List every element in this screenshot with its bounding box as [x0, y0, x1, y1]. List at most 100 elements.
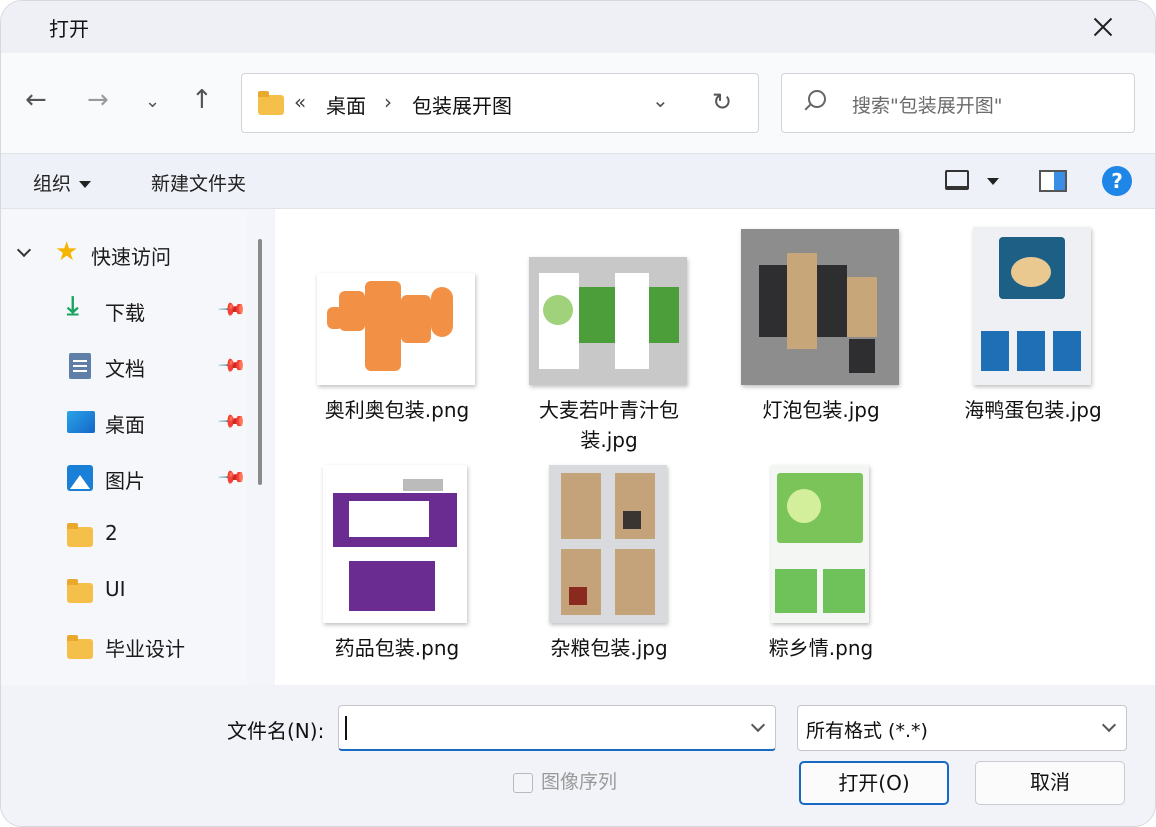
thumbnail-shape: [401, 295, 431, 343]
thumbnail: [741, 229, 899, 385]
new-folder-button[interactable]: 新建文件夹: [151, 169, 246, 196]
thumbnail-shape: [561, 549, 601, 615]
forward-arrow-icon[interactable]: →: [87, 87, 109, 113]
thumbnail: [973, 227, 1091, 385]
refresh-icon[interactable]: ↻: [712, 88, 732, 116]
thumbnail: [323, 465, 467, 623]
navigation-bar: ← → ⌄ ↑ « 桌面 › 包装展开图 ⌄ ↻ 搜索"包装展开图": [1, 53, 1155, 153]
thumbnail-shape: [759, 265, 787, 337]
thumbnail-shape: [623, 511, 641, 529]
thumbnail-shape: [1053, 331, 1081, 371]
desktop-icon: [67, 411, 95, 433]
file-name: 海鸭蛋包装.jpg: [964, 398, 1102, 422]
thumbnail-shape: [569, 587, 587, 605]
breadcrumb-overflow[interactable]: «: [294, 90, 306, 114]
up-arrow-icon[interactable]: ↑: [191, 87, 213, 113]
caret-down-icon: [79, 181, 92, 188]
thumbnail-shape: [615, 473, 655, 539]
folder-icon: [258, 91, 284, 115]
chevron-down-icon[interactable]: ⌄: [652, 88, 669, 112]
file-name: 杂粮包装.jpg: [550, 636, 668, 660]
file-type-value: 所有格式 (*.*): [806, 720, 928, 742]
pin-icon[interactable]: 📌: [217, 294, 248, 325]
back-arrow-icon[interactable]: ←: [25, 87, 47, 113]
sidebar-item-label: 毕业设计: [105, 637, 185, 661]
footer-panel: 文件名(N): 所有格式 (*.*) 图像序列 打开(O) 取消: [1, 685, 1155, 826]
organize-label: 组织: [33, 173, 72, 195]
document-icon: [69, 353, 91, 379]
thumbnail-shape: [365, 281, 401, 371]
thumbnail-shape: [615, 273, 649, 369]
pictures-icon: [67, 465, 93, 491]
sidebar-item-label: 2: [105, 521, 118, 545]
sidebar-item-pictures[interactable]: 图片 📌: [1, 455, 248, 503]
filename-input[interactable]: [338, 705, 776, 751]
thumbnail-shape: [431, 287, 453, 337]
chevron-down-icon[interactable]: [16, 242, 32, 258]
breadcrumb-desktop[interactable]: 桌面: [326, 90, 366, 119]
cancel-button[interactable]: 取消: [975, 761, 1125, 805]
sidebar-scrollbar[interactable]: [258, 239, 262, 485]
file-name-line-2: 装.jpg: [580, 428, 638, 452]
thumbnail-shape: [787, 489, 821, 523]
folder-icon: [67, 579, 93, 603]
file-type-select[interactable]: 所有格式 (*.*): [797, 705, 1127, 751]
preview-pane-icon[interactable]: [1039, 170, 1067, 192]
sidebar-item-label: 图片: [105, 469, 145, 493]
help-icon[interactable]: ?: [1102, 166, 1132, 196]
title-bar: 打开: [1, 1, 1155, 53]
pin-icon[interactable]: 📌: [217, 462, 248, 493]
chevron-down-icon[interactable]: ⌄: [145, 93, 160, 111]
breadcrumb-current-folder[interactable]: 包装展开图: [412, 90, 512, 119]
file-name: 粽乡情.png: [768, 636, 874, 660]
folder-icon: [67, 523, 93, 547]
image-sequence-checkbox[interactable]: [513, 773, 533, 793]
address-bar[interactable]: « 桌面 › 包装展开图 ⌄ ↻: [241, 73, 759, 133]
thumbnail: [549, 465, 667, 623]
thumbnail-shape: [349, 501, 429, 537]
sidebar-item-graduation-project[interactable]: 毕业设计: [1, 623, 247, 671]
view-mode-icon[interactable]: [945, 170, 969, 190]
chevron-down-icon[interactable]: [1101, 717, 1117, 733]
open-file-dialog: 打开 ← → ⌄ ↑ « 桌面 › 包装展开图 ⌄ ↻ 搜索"包装展开图" 组织…: [0, 0, 1156, 827]
thumbnail-shape: [847, 277, 877, 337]
search-input[interactable]: 搜索"包装展开图": [852, 91, 1002, 118]
file-name: 奥利奥包装.png: [324, 398, 470, 422]
sidebar-item-documents[interactable]: 文档 📌: [1, 343, 248, 391]
command-bar: 组织 新建文件夹 ?: [1, 153, 1155, 209]
open-button[interactable]: 打开(O): [799, 761, 949, 805]
file-name: 药品包装.png: [334, 636, 460, 660]
thumbnail-shape: [787, 253, 817, 349]
organize-button[interactable]: 组织: [33, 169, 92, 196]
thumbnail-shape: [823, 569, 865, 613]
thumbnail: [529, 257, 687, 385]
thumbnail-shape: [649, 287, 679, 343]
image-sequence-label: 图像序列: [541, 771, 618, 793]
breadcrumb-separator: ›: [384, 90, 392, 114]
sidebar-item-folder-2[interactable]: 2: [1, 511, 247, 559]
sidebar-item-label: 下载: [105, 301, 145, 325]
sidebar-item-downloads[interactable]: ⤓ 下载 📌: [1, 287, 248, 335]
thumbnail-shape: [1017, 331, 1045, 371]
thumbnail-shape: [775, 569, 817, 613]
thumbnail-shape: [579, 287, 615, 343]
thumbnail: [317, 273, 475, 385]
file-list: 奥利奥包装.png 大麦若叶青汁包 装.jpg 灯泡包装.jpg 海鸭蛋包装.j…: [275, 209, 1155, 685]
thumbnail: [771, 465, 869, 623]
sidebar-item-quick-access[interactable]: ★ 快速访问: [1, 231, 247, 279]
thumbnail-shape: [543, 295, 573, 325]
search-box[interactable]: 搜索"包装展开图": [781, 73, 1135, 133]
close-icon[interactable]: [1087, 11, 1119, 43]
pin-icon[interactable]: 📌: [217, 350, 248, 381]
folder-icon: [67, 635, 93, 659]
thumbnail-shape: [1011, 257, 1051, 287]
star-icon: ★: [55, 237, 79, 267]
chevron-down-icon[interactable]: [750, 717, 766, 733]
navigation-pane: ★ 快速访问 ⤓ 下载 📌 文档 📌 桌面 📌 图片 📌 2 UI 毕业设计: [1, 209, 248, 685]
sidebar-item-desktop[interactable]: 桌面 📌: [1, 399, 248, 447]
pin-icon[interactable]: 📌: [217, 406, 248, 437]
dialog-title: 打开: [49, 17, 89, 41]
search-icon: [808, 90, 826, 108]
sidebar-item-folder-ui[interactable]: UI: [1, 567, 247, 615]
caret-down-icon[interactable]: [987, 178, 999, 185]
